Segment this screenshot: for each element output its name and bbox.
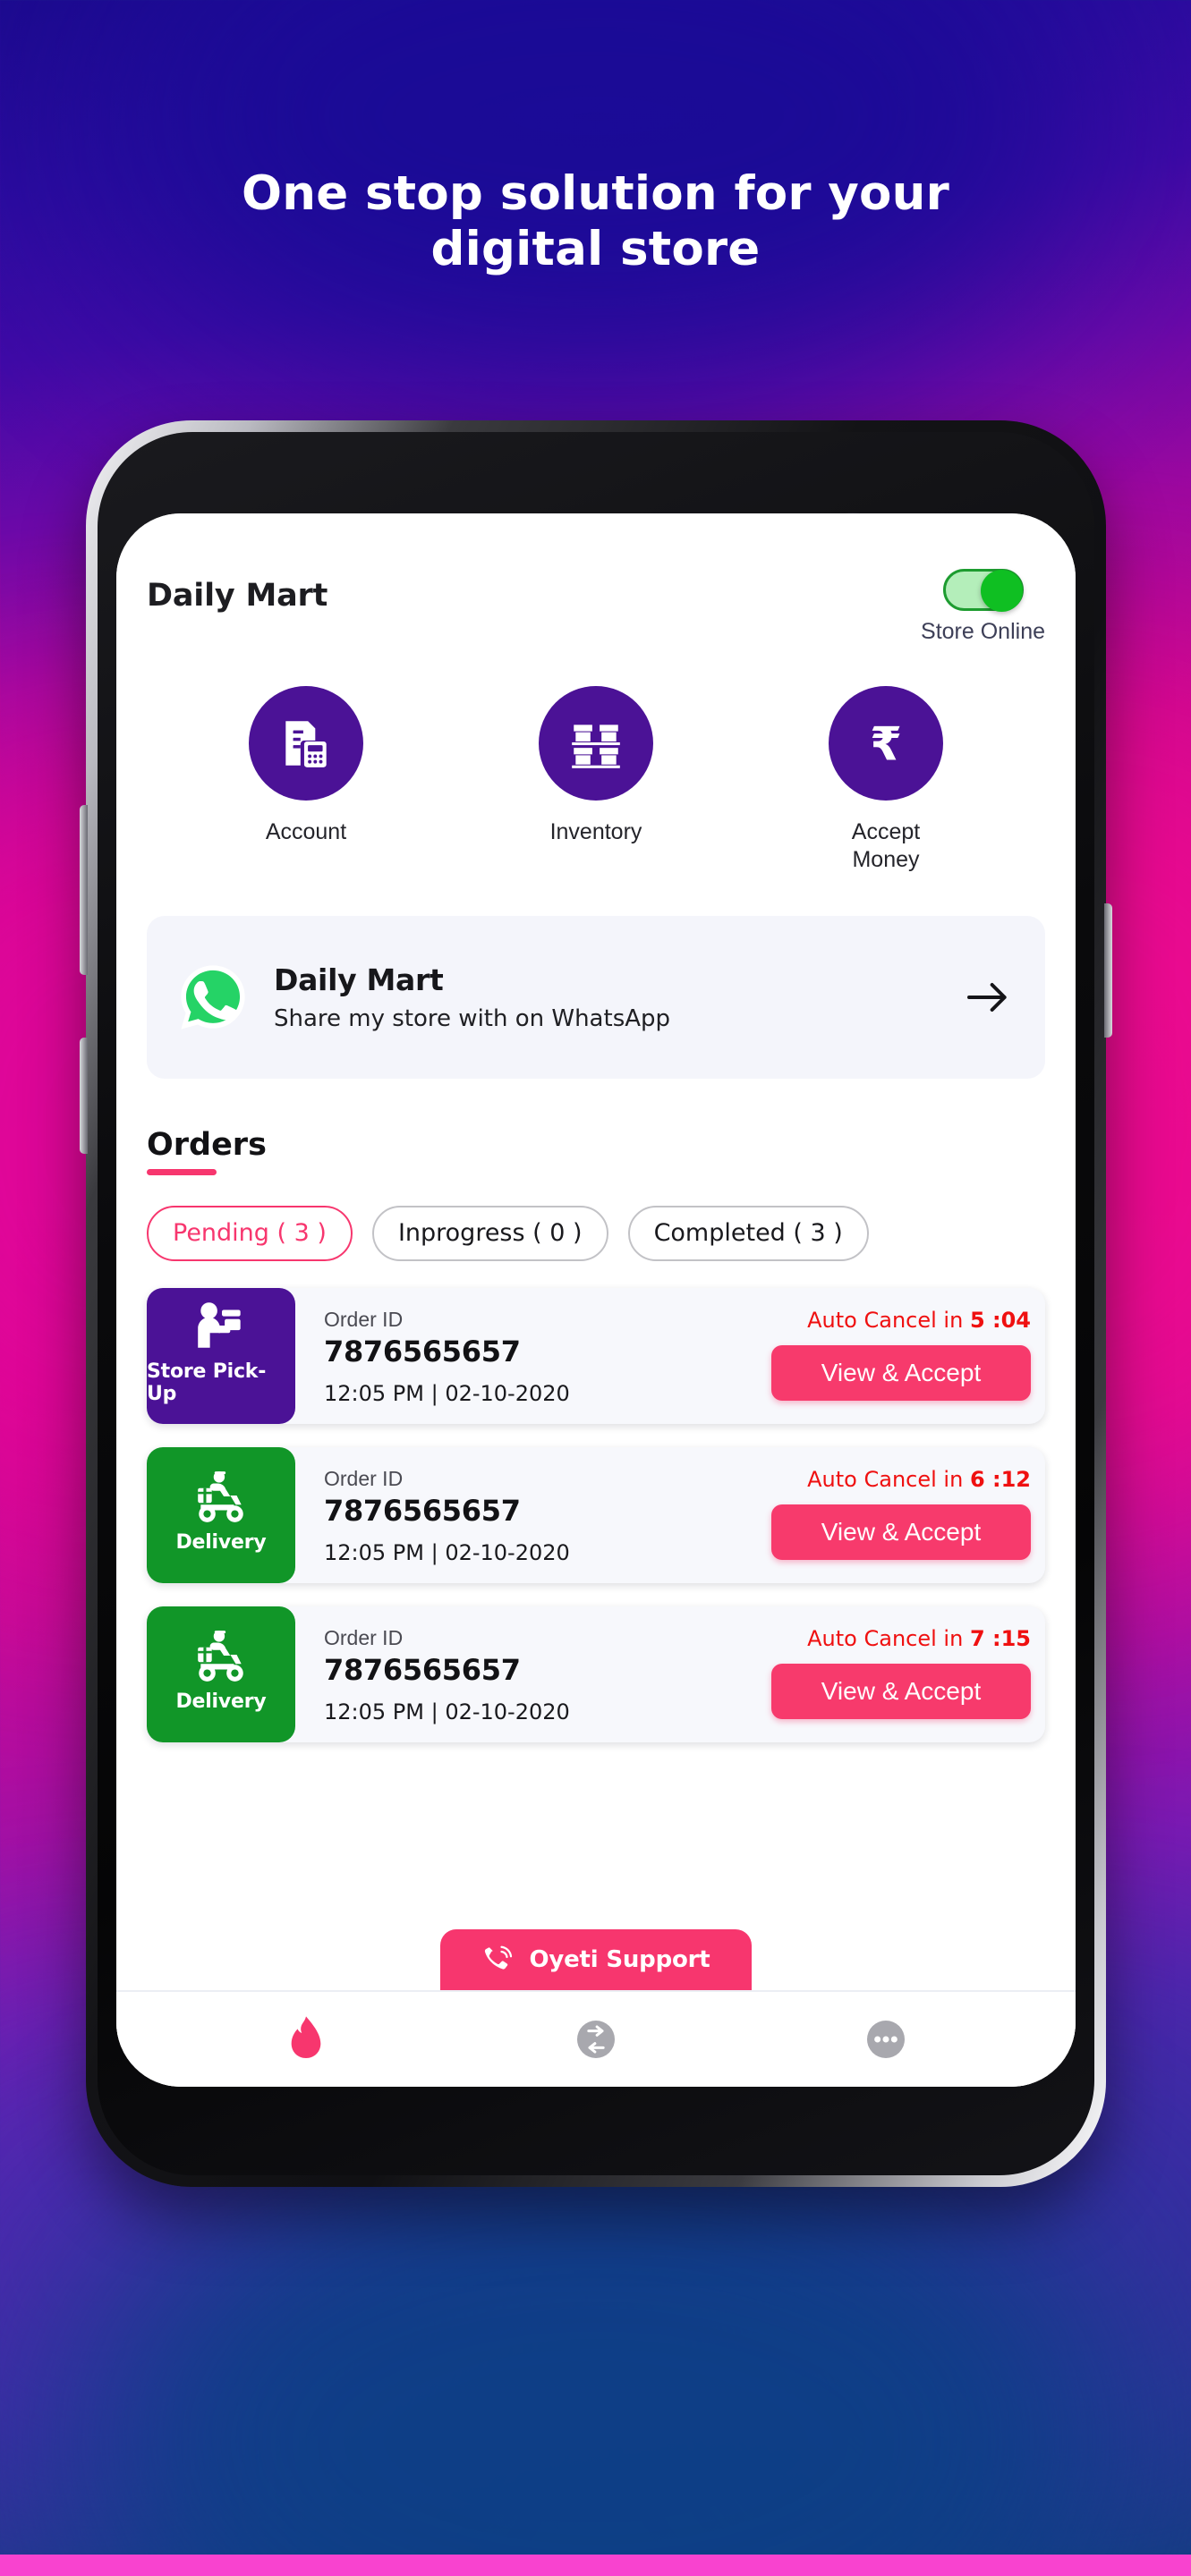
orders-tabs: Pending ( 3 ) Inprogress ( 0 ) Completed…: [147, 1205, 1045, 1261]
accept-money-line2: Money: [852, 847, 920, 873]
phone-screen: Daily Mart Store Online Account Inventor…: [116, 513, 1076, 2087]
tab-completed[interactable]: Completed ( 3 ): [627, 1205, 869, 1261]
auto-cancel-timer: 6 :12: [969, 1466, 1031, 1492]
order-type-label: Delivery: [175, 1530, 267, 1554]
whatsapp-card-title: Daily Mart: [274, 962, 444, 997]
order-details: Order ID 7876565657 12:05 PM | 02-10-202…: [295, 1288, 750, 1424]
app-root: Daily Mart Store Online Account Inventor…: [116, 513, 1076, 2087]
whatsapp-share-card[interactable]: Daily Mart Share my store with on WhatsA…: [147, 915, 1045, 1079]
order-actions: Auto Cancel in 6 :12 View & Accept: [750, 1447, 1045, 1583]
phone-mockup: Daily Mart Store Online Account Inventor…: [80, 420, 1112, 2187]
store-online-toggle-group: Store Online: [921, 569, 1045, 645]
view-accept-button[interactable]: View & Accept: [771, 1504, 1031, 1560]
auto-cancel-text: Auto Cancel in 6 :12: [807, 1467, 1031, 1492]
order-id-label: Order ID: [324, 1625, 404, 1649]
quick-action-inventory-label: Inventory: [549, 819, 642, 844]
invoice-calculator-icon: [285, 721, 327, 767]
arrow-right-icon[interactable]: [963, 972, 1013, 1022]
power-button[interactable]: [1104, 903, 1112, 1038]
nav-item-transfer[interactable]: [565, 2008, 627, 2071]
whatsapp-card-subtitle: Share my store with on WhatsApp: [274, 1004, 671, 1032]
store-name: Daily Mart: [147, 578, 328, 614]
volume-button[interactable]: [80, 805, 88, 975]
delivery-scooter-icon: [198, 1630, 243, 1682]
order-id-label: Order ID: [324, 1466, 404, 1490]
view-accept-button[interactable]: View & Accept: [771, 1663, 1031, 1719]
account-icon-circle: [249, 686, 363, 801]
table-row[interactable]: Delivery Order ID 7876565657 12:05 PM | …: [147, 1606, 1045, 1742]
whatsapp-card-text: Daily Mart Share my store with on WhatsA…: [274, 962, 936, 1032]
quick-actions: Account Inventory ₹ Accept Money: [147, 686, 1045, 875]
bottom-navigation: [116, 1990, 1076, 2087]
svg-text:₹: ₹: [870, 718, 902, 772]
transfer-icon: [577, 2021, 615, 2058]
auto-cancel-text: Auto Cancel in 7 :15: [807, 1626, 1031, 1651]
quick-action-accept-money[interactable]: ₹ Accept Money: [796, 686, 975, 875]
view-accept-button[interactable]: View & Accept: [771, 1344, 1031, 1401]
auto-cancel-prefix: Auto Cancel in: [807, 1466, 964, 1492]
order-id-value: 7876565657: [324, 1334, 521, 1368]
store-online-toggle[interactable]: [942, 569, 1024, 612]
order-details: Order ID 7876565657 12:05 PM | 02-10-202…: [295, 1606, 750, 1742]
orders-section-header: Orders: [147, 1127, 1045, 1175]
delivery-scooter-icon: [198, 1470, 243, 1522]
tab-inprogress[interactable]: Inprogress ( 0 ): [371, 1205, 608, 1261]
order-timestamp: 12:05 PM | 02-10-2020: [324, 1380, 570, 1406]
orders-title: Orders: [147, 1126, 267, 1163]
table-row[interactable]: Delivery Order ID 7876565657 12:05 PM | …: [147, 1446, 1045, 1583]
app-header: Daily Mart Store Online: [147, 513, 1045, 645]
order-details: Order ID 7876565657 12:05 PM | 02-10-202…: [295, 1447, 750, 1583]
auto-cancel-prefix: Auto Cancel in: [807, 1625, 964, 1651]
flame-home-icon: [291, 2016, 321, 2058]
order-type-label: Delivery: [175, 1690, 267, 1713]
auto-cancel-timer: 7 :15: [969, 1625, 1031, 1651]
toggle-knob: [980, 570, 1023, 612]
auto-cancel-text: Auto Cancel in 5 :04: [807, 1308, 1031, 1333]
accept-money-line1: Accept: [851, 819, 921, 844]
headline-line-1: One stop solution for your: [242, 166, 949, 221]
order-id-value: 7876565657: [324, 1493, 521, 1528]
nav-item-more[interactable]: [855, 2008, 917, 2071]
headline-line-2: digital store: [430, 222, 761, 276]
auto-cancel-prefix: Auto Cancel in: [807, 1307, 964, 1333]
order-type-badge-delivery: Delivery: [147, 1446, 295, 1583]
order-actions: Auto Cancel in 7 :15 View & Accept: [750, 1606, 1045, 1742]
order-type-label: Store Pick-Up: [147, 1360, 267, 1405]
bottom-color-strip: [0, 2555, 1191, 2576]
order-timestamp: 12:05 PM | 02-10-2020: [324, 1699, 570, 1724]
orders-title-underline: [147, 1168, 217, 1175]
order-id-label: Order ID: [324, 1307, 404, 1331]
rupee-icon: ₹: [870, 718, 902, 772]
quick-action-accept-money-label: Accept Money: [852, 818, 920, 875]
order-type-badge-pickup: Store Pick-Up: [147, 1287, 295, 1424]
quick-action-account[interactable]: Account: [217, 686, 396, 875]
assistant-button[interactable]: [80, 1038, 88, 1154]
page-headline: One stop solution for your digital store: [0, 166, 1191, 277]
order-list: Store Pick-Up Order ID 7876565657 12:05 …: [147, 1287, 1045, 1742]
tab-pending[interactable]: Pending ( 3 ): [147, 1205, 353, 1261]
oyeti-support-button[interactable]: Oyeti Support: [440, 1929, 752, 1990]
order-timestamp: 12:05 PM | 02-10-2020: [324, 1539, 570, 1565]
store-online-label: Store Online: [921, 619, 1045, 644]
oyeti-support-label: Oyeti Support: [529, 1946, 710, 1973]
phone-call-icon: [485, 1945, 513, 1970]
order-id-value: 7876565657: [324, 1652, 521, 1687]
quick-action-inventory[interactable]: Inventory: [506, 686, 685, 875]
quick-action-account-label: Account: [265, 819, 347, 844]
shelf-boxes-icon: [572, 724, 620, 768]
order-actions: Auto Cancel in 5 :04 View & Accept: [750, 1288, 1045, 1424]
accept-money-icon-circle: ₹: [829, 686, 943, 801]
nav-item-home[interactable]: [275, 2008, 337, 2071]
store-pickup-icon: [198, 1302, 241, 1348]
whatsapp-icon: [181, 964, 245, 1030]
table-row[interactable]: Store Pick-Up Order ID 7876565657 12:05 …: [147, 1287, 1045, 1424]
order-type-badge-delivery: Delivery: [147, 1606, 295, 1742]
more-dots-icon: [867, 2021, 905, 2058]
inventory-icon-circle: [539, 686, 653, 801]
auto-cancel-timer: 5 :04: [969, 1307, 1031, 1333]
